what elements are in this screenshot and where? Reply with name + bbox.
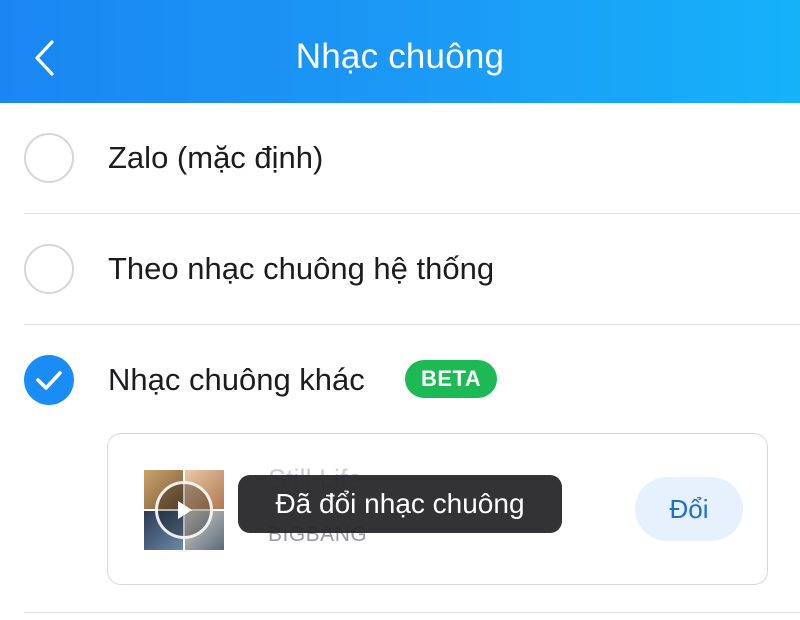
radio-unchecked-icon[interactable]	[24, 244, 74, 294]
play-button[interactable]	[144, 470, 224, 550]
option-label: Theo nhạc chuông hệ thống	[108, 251, 495, 286]
header-bar: Nhạc chuông	[0, 0, 800, 103]
beta-badge: BETA	[405, 360, 498, 398]
checkmark-icon	[36, 371, 62, 390]
radio-unchecked-icon[interactable]	[24, 133, 74, 183]
divider	[24, 612, 800, 613]
chevron-left-icon	[35, 40, 54, 76]
change-ringtone-button[interactable]: Đổi	[635, 477, 743, 541]
option-label: Zalo (mặc định)	[108, 140, 324, 175]
play-icon	[178, 501, 192, 519]
option-system-ringtone[interactable]: Theo nhạc chuông hệ thống	[0, 214, 800, 324]
page-title: Nhạc chuông	[295, 36, 505, 76]
option-label: Nhạc chuông khác	[108, 362, 365, 397]
option-other-ringtone[interactable]: Nhạc chuông khác	[0, 325, 800, 435]
radio-checked-icon[interactable]	[24, 355, 74, 405]
option-zalo-default[interactable]: Zalo (mặc định)	[0, 103, 800, 213]
toast-message: Đã đổi nhạc chuông	[238, 475, 562, 533]
back-button[interactable]	[22, 32, 66, 84]
